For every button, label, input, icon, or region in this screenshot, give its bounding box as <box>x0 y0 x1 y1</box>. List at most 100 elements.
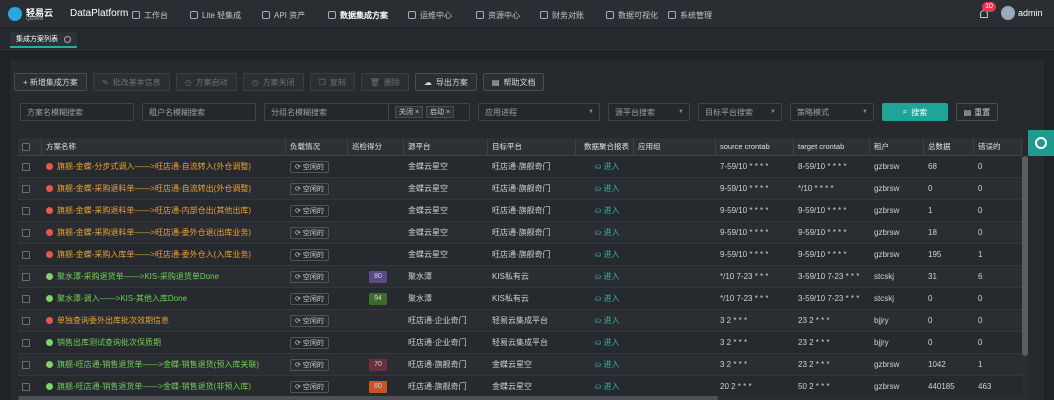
nav-item-4[interactable]: 运维中心 <box>408 8 452 22</box>
report-enter-link[interactable]: ⛀ 进入 <box>595 293 620 304</box>
nav-item-6[interactable]: 财务对账 <box>540 8 584 22</box>
table-row[interactable]: 销售出库测试查询批次保质期 ⟳ 空闲的 旺店通·企业奇门 轻易云集成平台 ⛀ 进入 3 2 … <box>18 332 1022 354</box>
load-status-button[interactable]: ⟳ 空闲的 <box>290 182 329 195</box>
strategy-select[interactable]: 策略模式 ▼ <box>790 103 874 121</box>
row-checkbox[interactable] <box>22 382 30 391</box>
search-button[interactable]: ⌕ 搜索 <box>882 103 948 121</box>
table-row[interactable]: 旗舰-金蝶-采购退料单——>旺店通-自流转出(外仓调整) ⟳ 空闲的 金蝶云星空 旺店通… <box>18 178 1022 200</box>
row-checkbox[interactable] <box>22 338 30 347</box>
nav-item-5[interactable]: 资源中心 <box>476 8 520 22</box>
scheme-name-link[interactable]: 聚水潭-调入——>KIS-其他入库Done <box>57 293 187 304</box>
app-process-select[interactable]: 应用进程 ▼ <box>478 103 600 121</box>
table-row[interactable]: 旗舰-旺店通-销售退货单——>金蝶-销售退货(非预入库) ⟳ 空闲的 60 旺店通·旗舰… <box>18 376 1022 398</box>
load-status-button[interactable]: ⟳ 空闲的 <box>290 270 329 283</box>
help-doc-button[interactable]: ▤ 帮助文档 <box>482 73 545 91</box>
start-scheme-button[interactable]: ◷ 方案启动 <box>175 73 237 91</box>
scheme-name-link[interactable]: 销售出库测试查询批次保质期 <box>57 337 161 348</box>
nav-item-1[interactable]: Lite 轻集成 <box>190 8 241 22</box>
settings-float-button[interactable] <box>1028 130 1054 156</box>
row-checkbox[interactable] <box>22 206 30 215</box>
load-status-button[interactable]: ⟳ 空闲的 <box>290 160 329 173</box>
scheme-name-search-input[interactable]: 方案名模糊搜索 <box>20 103 134 121</box>
report-enter-link[interactable]: ⛀ 进入 <box>595 227 620 238</box>
row-checkbox[interactable] <box>22 272 30 281</box>
row-checkbox[interactable] <box>22 228 30 237</box>
column-header[interactable]: 目标平台 <box>488 138 576 155</box>
column-header[interactable]: 负载情况 <box>286 138 348 155</box>
table-row[interactable]: 旗舰-金蝶-采购入库单——>旺店通-委外仓入(入库业务) ⟳ 空闲的 金蝶云星空 旺店通… <box>18 244 1022 266</box>
nav-item-0[interactable]: 工作台 <box>132 8 168 22</box>
column-header[interactable]: 巡检得分 <box>348 138 404 155</box>
refresh-icon[interactable] <box>64 35 71 43</box>
report-enter-link[interactable]: ⛀ 进入 <box>595 249 620 260</box>
report-enter-link[interactable]: ⛀ 进入 <box>595 205 620 216</box>
source-platform-select[interactable]: 源平台搜索 ▼ <box>608 103 690 121</box>
row-checkbox[interactable] <box>22 162 30 171</box>
batch-edit-button[interactable]: ✎ 批改基本信息 <box>92 73 170 91</box>
column-header[interactable]: 应用组 <box>634 138 716 155</box>
report-enter-link[interactable]: ⛀ 进入 <box>595 337 620 348</box>
table-row[interactable]: 聚水潭-采购退货单——>KIS-采购退货单Done ⟳ 空闲的 80 聚水潭 KIS私有云… <box>18 266 1022 288</box>
close-scheme-button[interactable]: ◷ 方案关闭 <box>242 73 304 91</box>
scheme-name-link[interactable]: 旗舰-金蝶-采购退料单——>旺店通-委外仓退(出库业务) <box>57 227 251 238</box>
reset-button[interactable]: ▤ 重置 <box>956 103 998 121</box>
load-status-button[interactable]: ⟳ 空闲的 <box>290 336 329 349</box>
nav-item-8[interactable]: 系统管理 <box>668 8 712 22</box>
row-checkbox[interactable] <box>22 360 30 369</box>
tab-scheme-list[interactable]: 集成方案列表 <box>10 32 77 48</box>
report-enter-link[interactable]: ⛀ 进入 <box>595 381 620 392</box>
export-button[interactable]: ☁ 导出方案 <box>414 73 477 91</box>
status-tag-on[interactable]: 启动 × <box>426 106 455 118</box>
nav-item-2[interactable]: API 资产 <box>262 8 305 22</box>
add-scheme-button[interactable]: + 新增集成方案 <box>14 73 87 91</box>
column-header[interactable]: 错误的 <box>974 138 1022 155</box>
table-row[interactable]: 旗舰-金蝶-采购退料单——>旺店通-委外仓退(出库业务) ⟳ 空闲的 金蝶云星空 旺店通… <box>18 222 1022 244</box>
select-all-checkbox[interactable] <box>22 142 30 151</box>
table-row[interactable]: 单独查询委外出库批次效期信息 ⟳ 空闲的 旺店通·企业奇门 轻易云集成平台 ⛀ 进入 3 2… <box>18 310 1022 332</box>
report-enter-link[interactable]: ⛀ 进入 <box>595 359 620 370</box>
copy-button[interactable]: ❐ 复制 <box>309 73 355 91</box>
table-row[interactable]: 旗舰-金蝶-采购退料单——>旺店通-内部仓出(其他出库) ⟳ 空闲的 金蝶云星空 旺店通… <box>18 200 1022 222</box>
scheme-name-link[interactable]: 单独查询委外出库批次效期信息 <box>57 315 169 326</box>
column-header[interactable]: 租户 <box>870 138 924 155</box>
table-row[interactable]: 聚水潭-调入——>KIS-其他入库Done ⟳ 空闲的 94 聚水潭 KIS私有云 ⛀ 进入… <box>18 288 1022 310</box>
column-header[interactable]: source crontab <box>716 138 794 155</box>
load-status-button[interactable]: ⟳ 空闲的 <box>290 380 329 393</box>
report-enter-link[interactable]: ⛀ 进入 <box>595 271 620 282</box>
nav-item-7[interactable]: 数据可视化 <box>606 8 658 22</box>
row-checkbox[interactable] <box>22 184 30 193</box>
table-row[interactable]: 旗舰-金蝶-分步式调入——>旺店通-自流转入(外仓调整) ⟳ 空闲的 金蝶云星空 旺店通… <box>18 156 1022 178</box>
scheme-name-link[interactable]: 旗舰-旺店通-销售退货单——>金蝶-销售退货(非预入库) <box>57 381 251 392</box>
status-select[interactable]: 关闭 × 启动 × <box>388 103 470 121</box>
column-header[interactable]: 方案名称 <box>42 138 286 155</box>
status-tag-off[interactable]: 关闭 × <box>395 106 424 118</box>
avatar[interactable] <box>1001 6 1015 20</box>
column-header[interactable]: 源平台 <box>404 138 488 155</box>
table-row[interactable]: 旗舰-旺店通-销售退货单——>金蝶-销售退货(预入库关联) ⟳ 空闲的 70 旺店通·旗… <box>18 354 1022 376</box>
delete-button[interactable]: 🗑 删除 <box>360 73 409 91</box>
load-status-button[interactable]: ⟳ 空闲的 <box>290 358 329 371</box>
load-status-button[interactable]: ⟳ 空闲的 <box>290 204 329 217</box>
load-status-button[interactable]: ⟳ 空闲的 <box>290 248 329 261</box>
report-enter-link[interactable]: ⛀ 进入 <box>595 183 620 194</box>
group-name-search-input[interactable]: 分组名模糊搜索 <box>264 103 400 121</box>
target-platform-select[interactable]: 目标平台搜索 ▼ <box>698 103 782 121</box>
nav-item-3[interactable]: 数据集成方案 <box>328 8 388 22</box>
column-header[interactable]: 数据聚合报表 <box>576 138 634 155</box>
scheme-name-link[interactable]: 旗舰-旺店通-销售退货单——>金蝶-销售退货(预入库关联) <box>57 359 259 370</box>
scheme-name-link[interactable]: 旗舰-金蝶-分步式调入——>旺店通-自流转入(外仓调整) <box>57 161 251 172</box>
brand-logo[interactable]: 轻易云 QEBest <box>8 5 68 23</box>
column-header[interactable]: target crontab <box>794 138 870 155</box>
scheme-name-link[interactable]: 旗舰-金蝶-采购入库单——>旺店通-委外仓入(入库业务) <box>57 249 251 260</box>
load-status-button[interactable]: ⟳ 空闲的 <box>290 226 329 239</box>
scheme-name-link[interactable]: 旗舰-金蝶-采购退料单——>旺店通-自流转出(外仓调整) <box>57 183 251 194</box>
row-checkbox[interactable] <box>22 250 30 259</box>
load-status-button[interactable]: ⟳ 空闲的 <box>290 292 329 305</box>
column-header[interactable]: 总数据 <box>924 138 974 155</box>
username[interactable]: admin <box>1018 8 1043 18</box>
row-checkbox[interactable] <box>22 294 30 303</box>
scheme-name-link[interactable]: 聚水潭-采购退货单——>KIS-采购退货单Done <box>57 271 219 282</box>
horizontal-scrollbar-thumb[interactable] <box>18 396 718 400</box>
report-enter-link[interactable]: ⛀ 进入 <box>595 315 620 326</box>
report-enter-link[interactable]: ⛀ 进入 <box>595 161 620 172</box>
